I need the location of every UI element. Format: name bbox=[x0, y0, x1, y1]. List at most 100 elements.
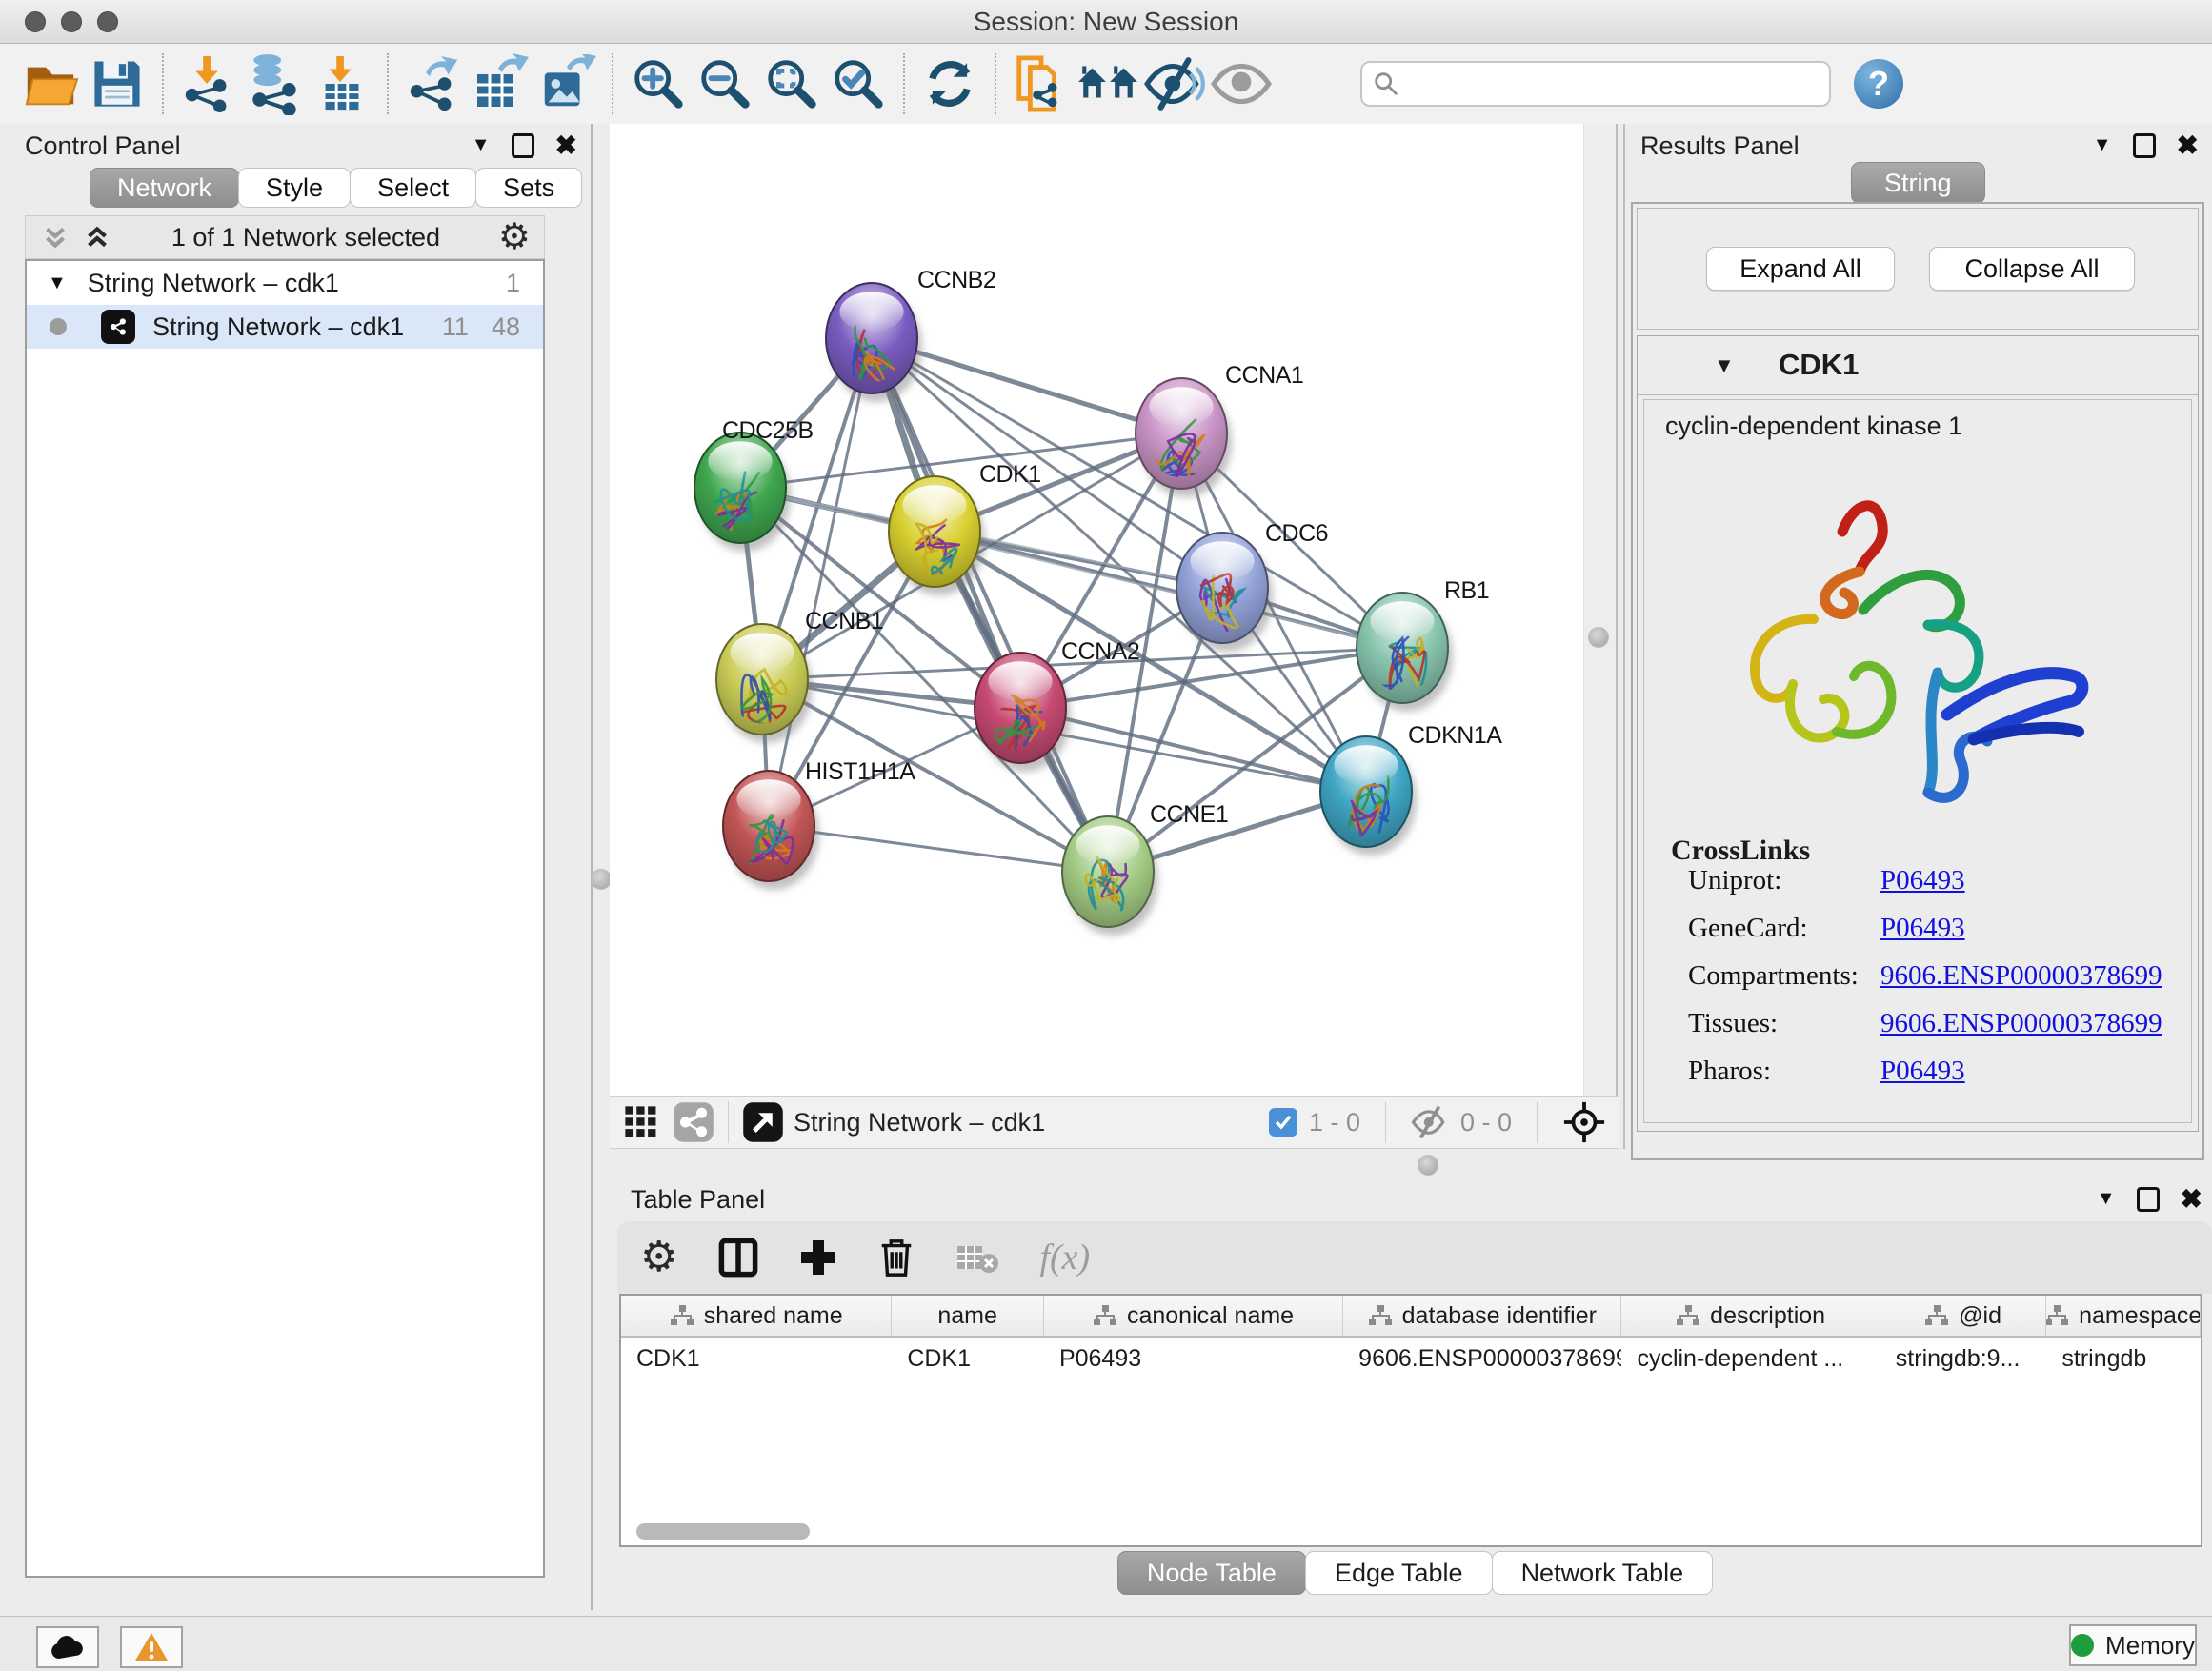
table-cell[interactable]: 9606.ENSP00000378699 bbox=[1343, 1338, 1621, 1379]
import-table-icon[interactable] bbox=[309, 50, 375, 117]
node-CCNE1[interactable] bbox=[1062, 816, 1158, 936]
node-RB1[interactable] bbox=[1357, 593, 1453, 712]
node-CCNB1[interactable] bbox=[716, 624, 813, 743]
export-image-icon[interactable] bbox=[533, 50, 600, 117]
network-options-gear-icon[interactable]: ⚙ bbox=[498, 219, 531, 255]
export-table-icon[interactable] bbox=[467, 50, 533, 117]
zoom-in-icon[interactable] bbox=[625, 50, 692, 117]
crosslink-link[interactable]: P06493 bbox=[1880, 913, 1965, 944]
open-session-icon[interactable] bbox=[17, 50, 84, 117]
clone-network-icon[interactable] bbox=[1008, 50, 1075, 117]
table-cell[interactable]: P06493 bbox=[1044, 1338, 1343, 1379]
edge-CCNB2-CCNE1[interactable] bbox=[872, 338, 1108, 872]
left-splitter-handle[interactable] bbox=[591, 869, 612, 890]
tab-network[interactable]: Network bbox=[90, 168, 239, 208]
panel-close-icon[interactable]: ✖ bbox=[2177, 130, 2199, 161]
node-CDC6[interactable] bbox=[1176, 533, 1273, 652]
table-settings-gear-icon[interactable]: ⚙ bbox=[640, 1237, 677, 1278]
table-cell[interactable]: CDK1 bbox=[621, 1338, 892, 1379]
zoom-fit-icon[interactable] bbox=[758, 50, 825, 117]
cloud-button[interactable] bbox=[36, 1626, 99, 1668]
export-network-icon[interactable] bbox=[400, 50, 467, 117]
panel-float-icon[interactable] bbox=[2133, 133, 2156, 158]
network-collection-row[interactable]: ▼ String Network – cdk1 1 bbox=[27, 261, 543, 305]
show-columns-icon[interactable] bbox=[717, 1237, 759, 1278]
horizontal-splitter-handle[interactable] bbox=[1418, 1155, 1438, 1176]
show-all-icon[interactable] bbox=[1208, 50, 1275, 117]
node-CCNA1[interactable] bbox=[1136, 378, 1232, 497]
network-canvas[interactable]: CCNB2CCNA1CDC25BCDK1CDC6RB1CCNB1CCNA2CDK… bbox=[610, 124, 1583, 1096]
panel-close-icon[interactable]: ✖ bbox=[555, 130, 577, 161]
entry-header[interactable]: ▼ CDK1 bbox=[1638, 336, 2198, 395]
tab-node-table[interactable]: Node Table bbox=[1117, 1551, 1306, 1595]
table-cell[interactable]: CDK1 bbox=[892, 1338, 1044, 1379]
tab-edge-table[interactable]: Edge Table bbox=[1305, 1551, 1493, 1595]
window-minimize-button[interactable] bbox=[61, 11, 82, 32]
selected-nodes-checkbox[interactable] bbox=[1269, 1108, 1297, 1137]
tab-select[interactable]: Select bbox=[350, 168, 476, 208]
window-zoom-button[interactable] bbox=[97, 11, 118, 32]
column-header-description[interactable]: description bbox=[1621, 1296, 1880, 1336]
network-graph[interactable]: CCNB2CCNA1CDC25BCDK1CDC6RB1CCNB1CCNA2CDK… bbox=[610, 124, 1583, 1096]
right-splitter-handle[interactable] bbox=[1588, 627, 1609, 648]
collapse-all-button[interactable]: Collapse All bbox=[1929, 247, 2135, 291]
zoom-out-icon[interactable] bbox=[692, 50, 758, 117]
table-cell[interactable]: stringdb bbox=[2046, 1338, 2201, 1379]
table-cell[interactable]: cyclin-dependent ... bbox=[1621, 1338, 1880, 1379]
search-input[interactable] bbox=[1400, 70, 1800, 99]
memory-button[interactable]: Memory bbox=[2069, 1624, 2197, 1666]
node-CDK1[interactable] bbox=[889, 476, 985, 595]
save-session-icon[interactable] bbox=[84, 50, 151, 117]
column-header-shared-name[interactable]: shared name bbox=[621, 1296, 892, 1336]
table-horizontal-scrollbar[interactable] bbox=[636, 1523, 810, 1540]
entry-collapse-icon[interactable]: ▼ bbox=[1714, 353, 1735, 378]
tab-network-table[interactable]: Network Table bbox=[1492, 1551, 1714, 1595]
crosslink-link[interactable]: 9606.ENSP00000378699 bbox=[1880, 960, 2162, 992]
refresh-icon[interactable] bbox=[916, 50, 983, 117]
birdseye-view-icon[interactable] bbox=[742, 1101, 784, 1143]
import-network-icon[interactable] bbox=[175, 50, 242, 117]
panel-close-icon[interactable]: ✖ bbox=[2181, 1183, 2202, 1215]
collection-expand-icon[interactable]: ▼ bbox=[48, 272, 67, 294]
pan-crosshair-icon[interactable] bbox=[1562, 1100, 1606, 1144]
node-CDKN1A[interactable] bbox=[1320, 736, 1417, 856]
help-button[interactable]: ? bbox=[1854, 59, 1903, 109]
column-header-canonical-name[interactable]: canonical name bbox=[1044, 1296, 1343, 1336]
crosslink-link[interactable]: 9606.ENSP00000378699 bbox=[1880, 1008, 2162, 1039]
expand-all-button[interactable]: Expand All bbox=[1706, 247, 1895, 291]
column-header--id[interactable]: @id bbox=[1880, 1296, 2047, 1336]
panel-minimize-icon[interactable]: ▼ bbox=[2093, 134, 2112, 156]
tab-style[interactable]: Style bbox=[238, 168, 351, 208]
edge-CCNB2-HIST1H1A[interactable] bbox=[769, 338, 872, 826]
table-row[interactable]: CDK1CDK1P064939606.ENSP00000378699cyclin… bbox=[621, 1338, 2201, 1379]
window-close-button[interactable] bbox=[25, 11, 46, 32]
houses-icon[interactable] bbox=[1075, 50, 1141, 117]
expand-all-chevron-icon[interactable] bbox=[81, 221, 113, 253]
crosslink-link[interactable]: P06493 bbox=[1880, 865, 1965, 896]
node-CCNB2[interactable] bbox=[826, 283, 922, 402]
import-network-from-database-icon[interactable] bbox=[242, 50, 309, 117]
hide-selected-icon[interactable] bbox=[1141, 50, 1208, 117]
grid-view-icon[interactable] bbox=[623, 1104, 659, 1140]
results-tab-string[interactable]: String bbox=[1851, 162, 1985, 204]
right-splitter[interactable] bbox=[1616, 124, 1625, 1181]
network-row[interactable]: String Network – cdk1 11 48 bbox=[27, 305, 543, 349]
column-header-namespace[interactable]: namespace bbox=[2046, 1296, 2201, 1336]
panel-float-icon[interactable] bbox=[512, 133, 534, 158]
panel-minimize-icon[interactable]: ▼ bbox=[472, 134, 491, 156]
table-cell[interactable]: stringdb:9... bbox=[1880, 1338, 2047, 1379]
network-view-share-icon[interactable] bbox=[673, 1101, 714, 1143]
node-HIST1H1A[interactable] bbox=[723, 771, 819, 890]
create-column-plus-icon[interactable] bbox=[799, 1238, 837, 1277]
panel-minimize-icon[interactable]: ▼ bbox=[2097, 1188, 2116, 1210]
crosslink-link[interactable]: P06493 bbox=[1880, 1056, 1965, 1087]
node-CDC25B[interactable] bbox=[694, 433, 791, 552]
node-CCNA2[interactable] bbox=[975, 653, 1071, 772]
panel-float-icon[interactable] bbox=[2137, 1187, 2160, 1212]
column-header-database-identifier[interactable]: database identifier bbox=[1343, 1296, 1621, 1336]
delete-column-trash-icon[interactable] bbox=[877, 1238, 915, 1278]
tab-sets[interactable]: Sets bbox=[475, 168, 582, 208]
edge-CCNE1-HIST1H1A[interactable] bbox=[769, 826, 1108, 872]
collapse-all-chevron-icon[interactable] bbox=[39, 221, 71, 253]
column-header-name[interactable]: name bbox=[892, 1296, 1044, 1336]
